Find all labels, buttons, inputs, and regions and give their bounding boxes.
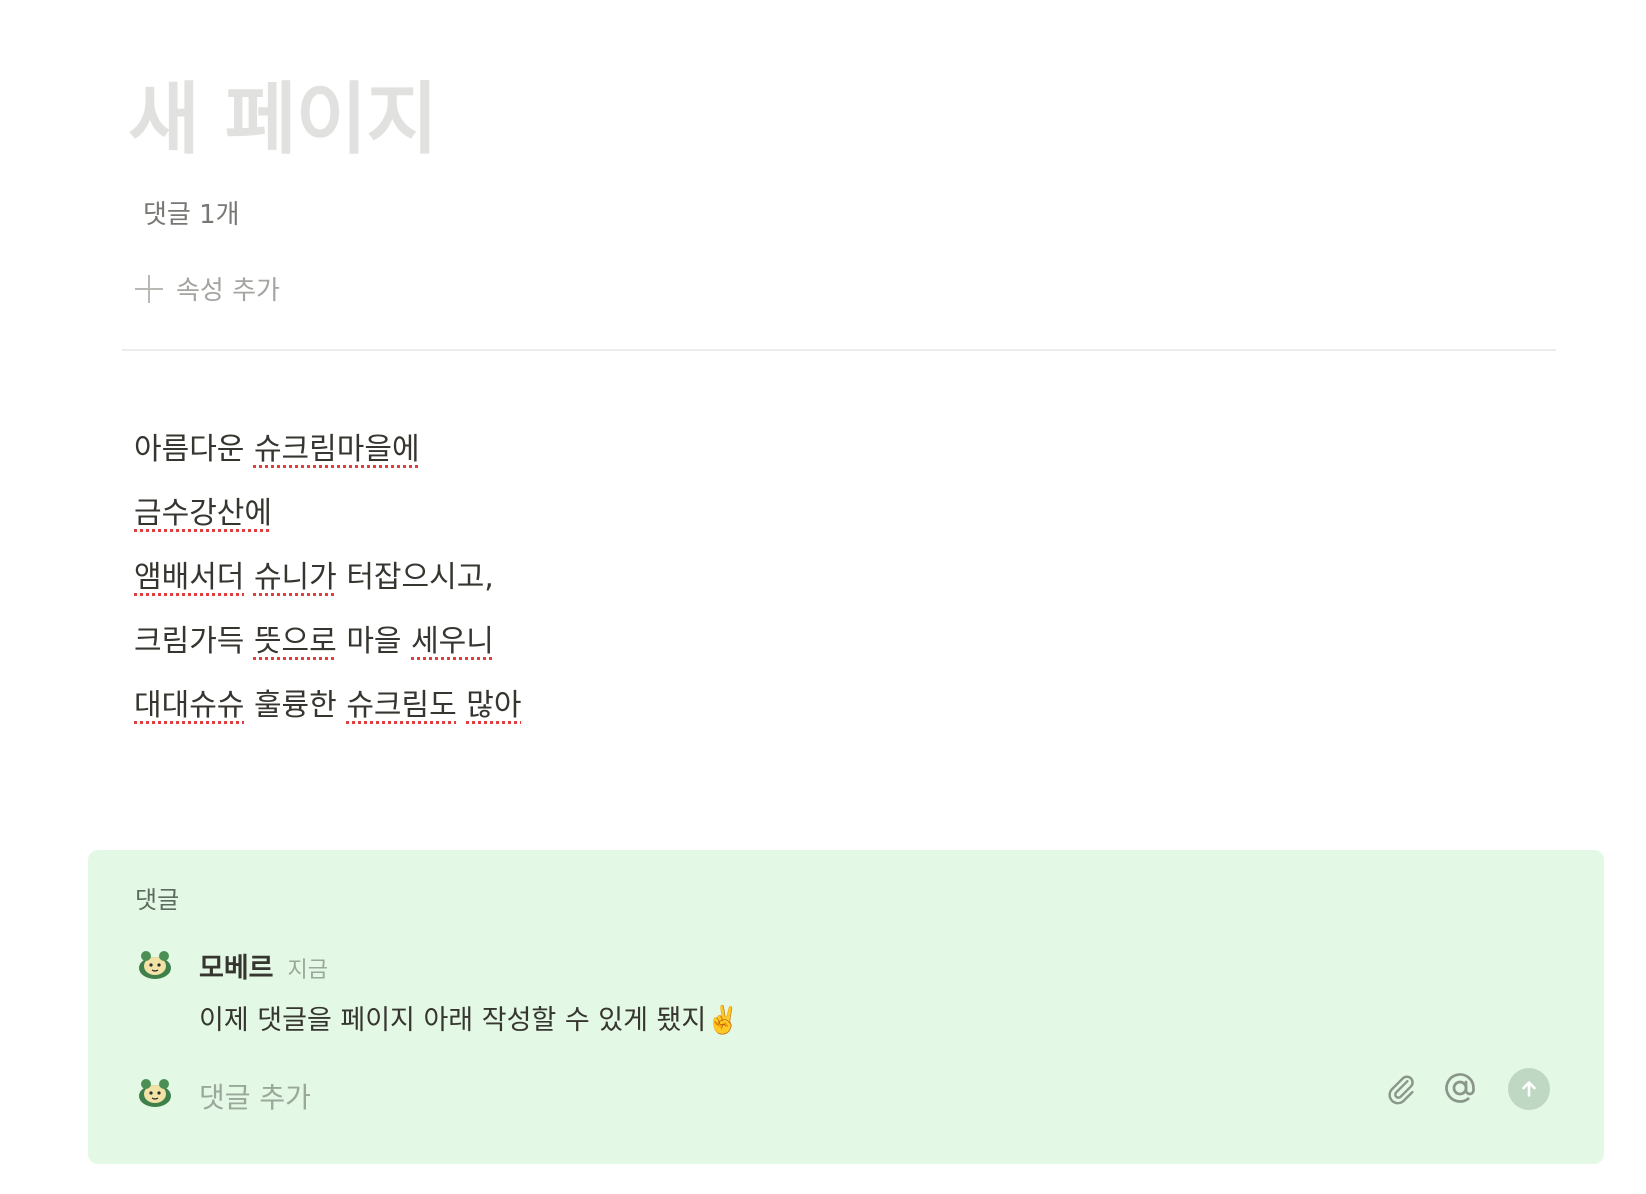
body-word: 슈크림마을에: [253, 432, 420, 467]
properties-divider: [122, 349, 1556, 351]
body-line[interactable]: 금수강산에: [134, 482, 521, 546]
add-property-button[interactable]: 속성 추가: [134, 270, 280, 307]
body-word: 아름다운: [134, 432, 245, 467]
comment-timestamp: 지금: [287, 958, 329, 983]
add-comment-input[interactable]: 댓글 추가: [199, 1076, 311, 1116]
turtle-avatar[interactable]: [135, 944, 175, 984]
comment-count[interactable]: 댓글 1개: [143, 194, 240, 231]
body-line[interactable]: 크림가득 뜻으로 마을 세우니: [134, 610, 521, 674]
body-word: 세우니: [411, 624, 494, 659]
body-word: 훌륭한: [253, 688, 337, 723]
add-property-label: 속성 추가: [176, 276, 280, 306]
body-word: 앰배서더: [134, 560, 245, 595]
body-word: 슈크림도: [346, 688, 457, 723]
body-word: 크림가득: [134, 624, 245, 659]
turtle-avatar: [139, 1079, 171, 1107]
comment-meta: 모베르 지금: [199, 946, 328, 985]
body-word: 마을: [346, 624, 402, 659]
body-line[interactable]: 앰배서더 슈니가 터잡으시고,: [134, 546, 521, 610]
send-comment-button[interactable]: [1508, 1068, 1550, 1110]
body-line[interactable]: 대대슈슈 훌륭한 슈크림도 많아: [134, 674, 521, 738]
plus-icon: [134, 274, 164, 304]
notion-page: 새 페이지 댓글 1개 속성 추가 아름다운 슈크림마을에 금수강산에 앰배서더…: [0, 0, 1646, 1194]
body-word: 슈니가: [253, 560, 337, 595]
at-sign-icon[interactable]: [1442, 1070, 1478, 1106]
comment-text: 이제 댓글을 페이지 아래 작성할 수 있게 됐지✌️: [199, 1005, 740, 1036]
page-body[interactable]: 아름다운 슈크림마을에 금수강산에 앰배서더 슈니가 터잡으시고, 크림가득 뜻…: [134, 418, 521, 738]
body-word: 많아: [466, 688, 522, 723]
arrow-up-icon: [1522, 1081, 1536, 1097]
comment-author[interactable]: 모베르: [199, 946, 274, 985]
page-title[interactable]: 새 페이지: [128, 77, 438, 164]
body-line[interactable]: 아름다운 슈크림마을에: [134, 418, 521, 482]
body-word: 터잡으시고,: [346, 560, 494, 595]
comments-panel: 댓글 모베르 지금 이제 댓글을 페이지 아래 작성할 수 있게 됐지✌️ 댓글…: [88, 850, 1604, 1164]
body-word: 대대슈슈: [134, 688, 245, 723]
body-word: 뜻으로: [253, 624, 337, 659]
comments-header: 댓글: [135, 886, 180, 914]
body-word: 금수강산에: [134, 496, 272, 531]
paperclip-icon[interactable]: [1384, 1072, 1418, 1106]
